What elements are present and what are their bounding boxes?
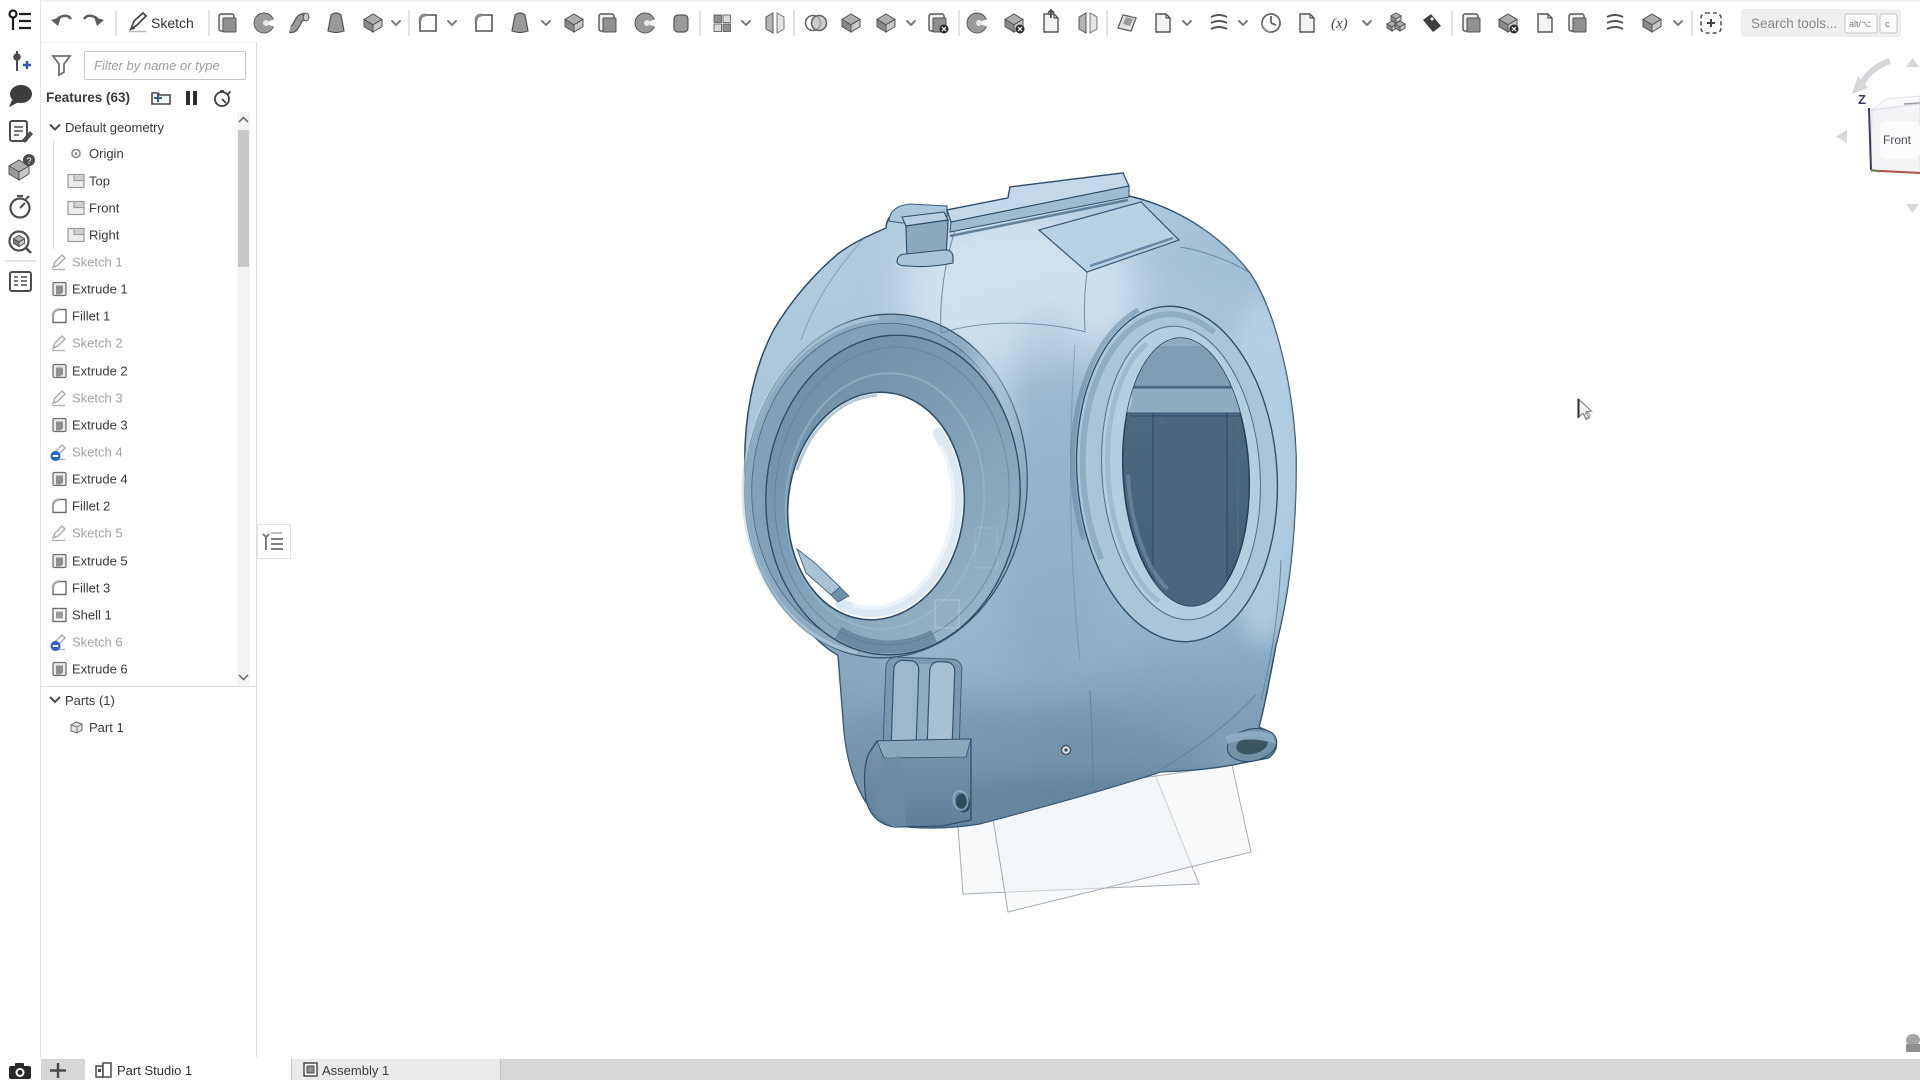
svg-text:Right: Right — [89, 228, 120, 243]
svg-text:Sketch: Sketch — [151, 15, 194, 31]
svg-text:Sketch 5: Sketch 5 — [72, 526, 123, 541]
svg-text:Extrude 5: Extrude 5 — [72, 554, 128, 569]
svg-text:Z: Z — [1858, 92, 1866, 107]
svg-text:?: ? — [27, 156, 32, 166]
svg-text:Front: Front — [89, 201, 120, 216]
svg-text:Front: Front — [1883, 133, 1912, 147]
svg-text:Extrude 2: Extrude 2 — [72, 364, 128, 379]
svg-text:Fillet 1: Fillet 1 — [72, 309, 110, 324]
svg-text:Sketch 2: Sketch 2 — [72, 336, 123, 351]
svg-text:Sketch 1: Sketch 1 — [72, 255, 123, 270]
svg-text:Top: Top — [89, 174, 110, 189]
svg-text:Extrude 6: Extrude 6 — [72, 662, 128, 677]
svg-text:Sketch 3: Sketch 3 — [72, 391, 123, 406]
svg-text:Fillet 3: Fillet 3 — [72, 581, 110, 596]
svg-text:Extrude 3: Extrude 3 — [72, 418, 128, 433]
svg-text:Shell 1: Shell 1 — [72, 608, 112, 623]
svg-text:Fillet 2: Fillet 2 — [72, 499, 110, 514]
svg-text:Origin: Origin — [89, 146, 124, 161]
svg-text:Search tools...: Search tools... — [1751, 16, 1837, 31]
svg-text:c: c — [1885, 19, 1890, 30]
svg-text:Extrude 4: Extrude 4 — [72, 472, 128, 487]
svg-text:Sketch 6: Sketch 6 — [72, 635, 123, 650]
svg-text:(x): (x) — [1331, 16, 1348, 32]
svg-text:alt/⌥: alt/⌥ — [1849, 19, 1871, 29]
svg-text:Sketch 4: Sketch 4 — [72, 445, 123, 460]
svg-text:Extrude 1: Extrude 1 — [72, 282, 128, 297]
